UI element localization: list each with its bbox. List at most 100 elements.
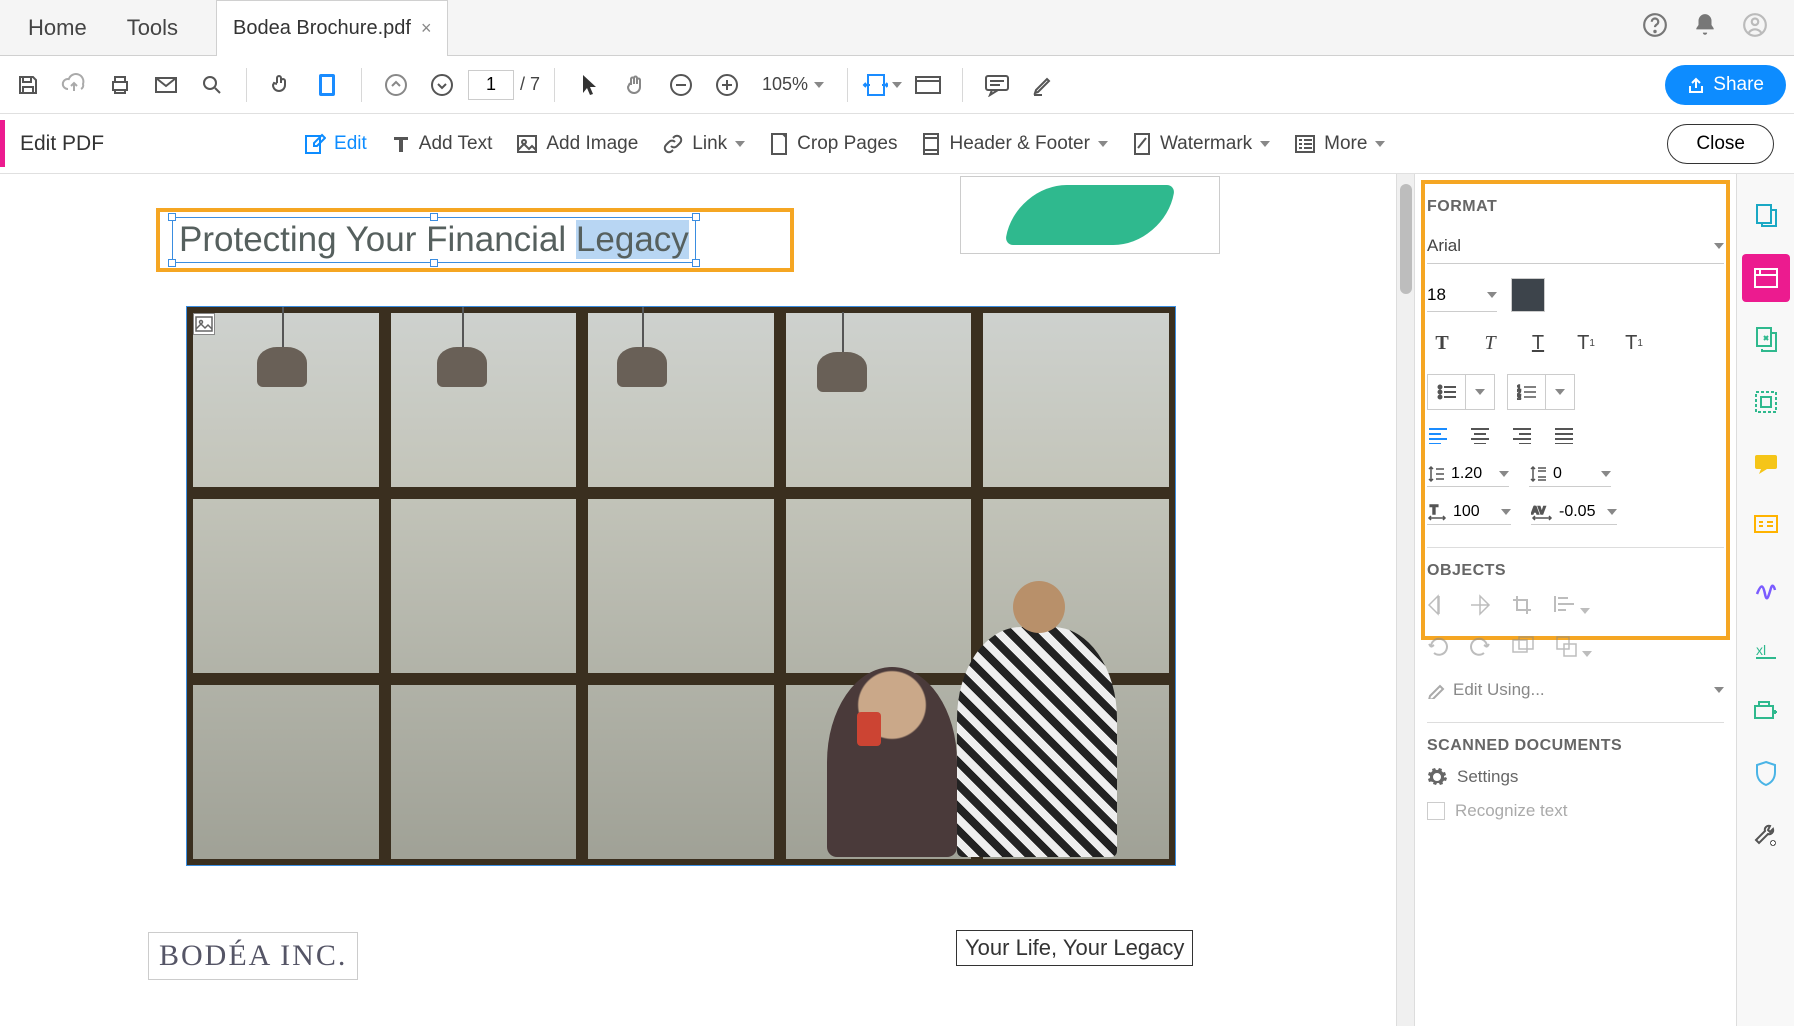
chevron-down-icon [1555,389,1565,395]
read-mode-icon[interactable] [908,65,948,105]
edit-tool-link[interactable]: Link [662,133,745,155]
help-icon[interactable] [1642,12,1668,43]
line-spacing-select[interactable]: 1.20 [1427,465,1509,487]
page-up-icon[interactable] [376,65,416,105]
align-left-button[interactable] [1427,426,1449,449]
page-display-icon[interactable] [307,65,347,105]
bold-button[interactable]: T [1427,328,1457,358]
zoom-out-icon[interactable] [661,65,701,105]
italic-button[interactable]: T [1475,328,1505,358]
cloud-upload-icon[interactable] [54,65,94,105]
flip-horizontal-button[interactable] [1469,594,1491,621]
rail-protect-icon[interactable] [1742,750,1790,798]
paragraph-spacing-select[interactable]: 0 [1529,465,1611,487]
selection-handle[interactable] [692,259,700,267]
align-center-button[interactable] [1469,426,1491,449]
edit-tool-add-image[interactable]: Add Image [516,133,638,155]
heading-highlight-frame: Protecting Your Financial Legacy [156,208,794,272]
rail-export-pdf-icon[interactable] [1742,316,1790,364]
document-image-frame[interactable] [186,306,1176,866]
green-shape-frame[interactable] [960,176,1220,254]
document-canvas[interactable]: Protecting Your Financial Legacy BODÉA I… [0,174,1396,1026]
vertical-scrollbar[interactable] [1396,174,1414,1026]
subscript-button[interactable]: T1 [1619,328,1649,358]
save-icon[interactable] [8,65,48,105]
profile-icon[interactable] [1742,12,1768,43]
page-down-icon[interactable] [422,65,462,105]
numbered-list-button[interactable]: 123 [1507,374,1575,410]
edit-tool-header-footer[interactable]: Header & Footer [921,132,1107,156]
share-icon [1687,76,1705,94]
rail-create-pdf-icon[interactable] [1742,192,1790,240]
chevron-down-icon [892,82,902,88]
edit-using-button[interactable]: Edit Using... [1427,680,1724,700]
rail-redact-icon[interactable]: xl [1742,626,1790,674]
edit-tool-more[interactable]: More [1294,133,1385,155]
character-spacing-select[interactable]: AV -0.05 [1531,503,1617,525]
rail-fill-sign-icon[interactable] [1742,502,1790,550]
selection-handle[interactable] [692,213,700,221]
tab-close-icon[interactable]: × [421,18,432,39]
edit-tool-edit[interactable]: Edit [304,133,367,155]
flip-vertical-button[interactable] [1427,594,1449,621]
search-icon[interactable] [192,65,232,105]
email-icon[interactable] [146,65,186,105]
recognize-text-checkbox[interactable]: Recognize text [1427,801,1724,821]
zoom-select[interactable]: 105% [753,73,833,96]
arrange-button[interactable] [1555,635,1592,662]
page-number-input[interactable] [468,70,514,100]
font-size-select[interactable]: 18 [1427,278,1497,312]
font-family-select[interactable]: Arial [1427,228,1724,264]
edit-tool-watermark[interactable]: Watermark [1132,132,1270,156]
rail-edit-pdf-icon[interactable] [1742,254,1790,302]
rail-print-prod-icon[interactable] [1742,688,1790,736]
rotate-ccw-button[interactable] [1427,635,1449,662]
replace-image-button[interactable] [1511,635,1535,662]
edit-tool-add-text[interactable]: Add Text [391,133,493,155]
fit-width-icon[interactable] [862,65,902,105]
font-color-swatch[interactable] [1511,278,1545,312]
horizontal-scale-select[interactable]: T 100 [1427,503,1511,525]
selection-handle[interactable] [168,213,176,221]
logo-text-frame[interactable]: BODÉA INC. [148,932,358,980]
tagline-text-frame[interactable]: Your Life, Your Legacy [956,930,1193,966]
print-icon[interactable] [100,65,140,105]
share-button[interactable]: Share [1665,65,1786,105]
zoom-in-icon[interactable] [707,65,747,105]
selection-handle[interactable] [168,259,176,267]
hand-tool-icon[interactable] [615,65,655,105]
rail-sign-icon[interactable] [1742,564,1790,612]
tab-tools[interactable]: Tools [107,0,198,56]
rotate-cw-button[interactable] [1469,635,1491,662]
scrollbar-thumb[interactable] [1400,184,1412,294]
align-justify-button[interactable] [1553,426,1575,449]
crop-icon [769,132,789,156]
align-objects-button[interactable] [1553,594,1590,621]
comment-icon[interactable] [977,65,1017,105]
scanned-settings-button[interactable]: Settings [1427,767,1724,787]
selection-handle[interactable] [430,213,438,221]
svg-text:xl: xl [1756,642,1766,658]
underline-button[interactable]: T [1523,328,1553,358]
bullet-list-button[interactable] [1427,374,1495,410]
edit-tool-crop[interactable]: Crop Pages [769,132,897,156]
touch-mode-icon[interactable] [261,65,301,105]
heading-text-box[interactable]: Protecting Your Financial Legacy [172,217,696,263]
align-right-button[interactable] [1511,426,1533,449]
rail-comment-icon[interactable] [1742,440,1790,488]
close-button[interactable]: Close [1667,124,1774,164]
selection-handle[interactable] [430,259,438,267]
tab-document[interactable]: Bodea Brochure.pdf × [216,0,448,56]
superscript-button[interactable]: T1 [1571,328,1601,358]
select-tool-icon[interactable] [569,65,609,105]
bell-icon[interactable] [1692,12,1718,43]
crop-object-button[interactable] [1511,594,1533,621]
more-label: More [1324,133,1367,155]
chevron-down-icon [1580,608,1590,614]
tab-home[interactable]: Home [8,0,107,56]
rail-more-tools-icon[interactable] [1742,812,1790,860]
highlight-icon[interactable] [1023,65,1063,105]
rail-organize-icon[interactable] [1742,378,1790,426]
checkbox[interactable] [1427,802,1445,820]
paragraph-spacing-value: 0 [1553,465,1595,483]
